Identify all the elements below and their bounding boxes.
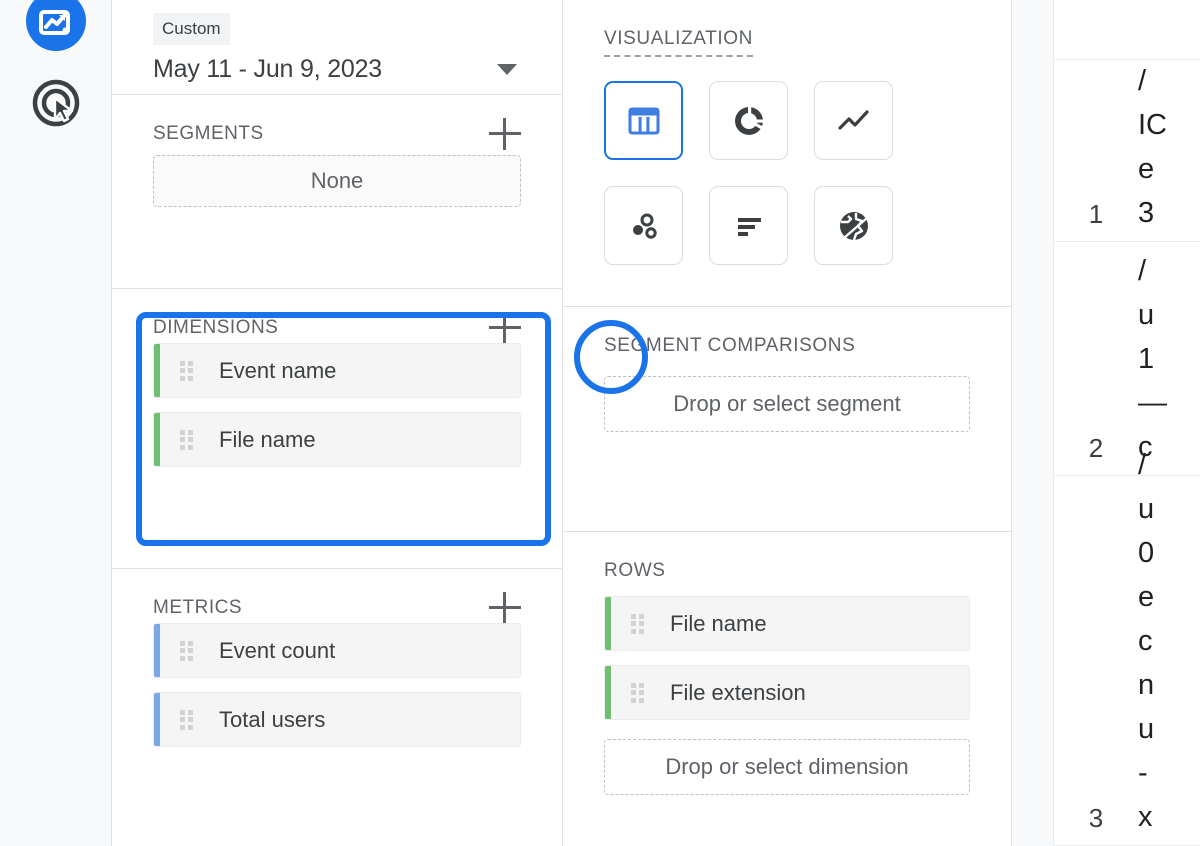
row-chip-file-name[interactable]: File name (604, 596, 970, 651)
dimensions-section: DIMENSIONS Event name File name (112, 289, 562, 569)
date-range-chip: Custom (153, 13, 230, 45)
row-index: 3 (1088, 803, 1104, 833)
date-range-selector[interactable]: May 11 - Jun 9, 2023 (153, 55, 521, 84)
dimension-chip-event-name[interactable]: Event name (153, 343, 521, 398)
scatter-plot-icon (632, 213, 657, 239)
line-chart-icon (837, 109, 869, 130)
rows-dropzone[interactable]: Drop or select dimension (604, 739, 970, 795)
drag-handle-icon[interactable] (180, 709, 193, 730)
tab-settings-panel: VISUALIZATION SEGMENT COMPARISONS Drop o… (563, 0, 1012, 846)
visualization-section: VISUALIZATION (563, 0, 1011, 307)
variables-panel: Custom May 11 - Jun 9, 2023 SEGMENTS Non… (111, 0, 648, 846)
row-index: 1 (1088, 199, 1104, 229)
row-cell-text: / u 0 e c n u - x (1138, 449, 1155, 833)
drag-handle-icon[interactable] (180, 640, 193, 661)
viz-option-donut-chart[interactable] (709, 81, 788, 160)
dimension-label: Event name (219, 357, 337, 383)
dimensions-header: DIMENSIONS (153, 289, 521, 344)
segments-empty-state[interactable]: None (153, 155, 521, 207)
dimension-chip-file-name[interactable]: File name (153, 412, 521, 467)
donut-chart-icon (734, 104, 765, 135)
rows-section: ROWS File name File extension Drop or se… (563, 532, 1011, 846)
viz-option-line-chart[interactable] (814, 81, 893, 160)
table-row[interactable]: 3 / u 0 e c n u - x (1054, 449, 1200, 846)
add-segment-button[interactable] (489, 118, 521, 150)
row-label: File extension (670, 679, 806, 705)
table-header-index (1054, 48, 1138, 59)
row-index: 2 (1088, 433, 1104, 463)
metric-chip-total-users[interactable]: Total users (153, 692, 521, 747)
add-dimension-highlight-circle (574, 320, 648, 394)
canvas-gutter (1012, 0, 1053, 846)
table-row[interactable]: 1 / IC e 3 (1054, 60, 1200, 242)
explore-report-builder: Custom May 11 - Jun 9, 2023 SEGMENTS Non… (0, 0, 1200, 846)
date-range-value: May 11 - Jun 9, 2023 (153, 55, 383, 83)
table-chart-icon (628, 107, 659, 134)
visualization-options (604, 81, 970, 265)
results-table: 1 / IC e 3 2 / u 1 — c 3 / u 0 e c n u -… (1053, 0, 1200, 846)
left-icon-rail (0, 0, 111, 846)
chevron-down-icon[interactable] (497, 64, 517, 75)
bar-chart-icon (737, 217, 761, 236)
add-metric-button[interactable] (489, 592, 521, 624)
metric-color-bar (154, 624, 160, 677)
viz-option-bar-chart[interactable] (709, 186, 788, 265)
metric-chip-event-count[interactable]: Event count (153, 623, 521, 678)
row-chip-file-extension[interactable]: File extension (604, 665, 970, 720)
dimension-color-bar (605, 666, 611, 719)
segments-header: SEGMENTS (153, 95, 521, 150)
row-cell-text: / u 1 — c (1138, 255, 1167, 463)
drag-handle-icon[interactable] (631, 682, 644, 703)
segments-section: SEGMENTS None (112, 95, 562, 289)
metrics-section: METRICS Event count Total users (112, 569, 562, 846)
dimension-label: File name (219, 426, 316, 452)
viz-option-free-form-table[interactable] (604, 81, 683, 160)
table-header-row (1054, 0, 1200, 60)
metric-color-bar (154, 693, 160, 746)
drag-handle-icon[interactable] (631, 613, 644, 634)
viz-option-scatter-plot[interactable] (604, 186, 683, 265)
metric-label: Total users (219, 706, 326, 732)
drag-handle-icon[interactable] (180, 360, 193, 381)
metrics-header: METRICS (153, 569, 521, 624)
row-label: File name (670, 610, 767, 636)
visualization-title: VISUALIZATION (604, 0, 753, 57)
geo-map-icon (839, 211, 868, 240)
row-cell-text: / IC e 3 (1138, 65, 1167, 229)
analytics-explore-icon[interactable] (25, 0, 87, 52)
segment-dropzone[interactable]: Drop or select segment (604, 376, 970, 432)
table-row[interactable]: 2 / u 1 — c (1054, 242, 1200, 476)
viz-option-geo-map[interactable] (814, 186, 893, 265)
date-range-section: Custom May 11 - Jun 9, 2023 (112, 0, 562, 95)
metric-label: Event count (219, 637, 336, 663)
dimensions-title: DIMENSIONS (153, 317, 279, 338)
dimension-color-bar (154, 344, 160, 397)
segments-title: SEGMENTS (153, 123, 264, 144)
add-dimension-button[interactable] (489, 312, 521, 344)
dimension-color-bar (154, 413, 160, 466)
drag-handle-icon[interactable] (180, 429, 193, 450)
dimension-color-bar (605, 597, 611, 650)
advertising-target-icon[interactable] (25, 72, 87, 134)
metrics-title: METRICS (153, 597, 242, 618)
rows-title: ROWS (604, 560, 666, 581)
